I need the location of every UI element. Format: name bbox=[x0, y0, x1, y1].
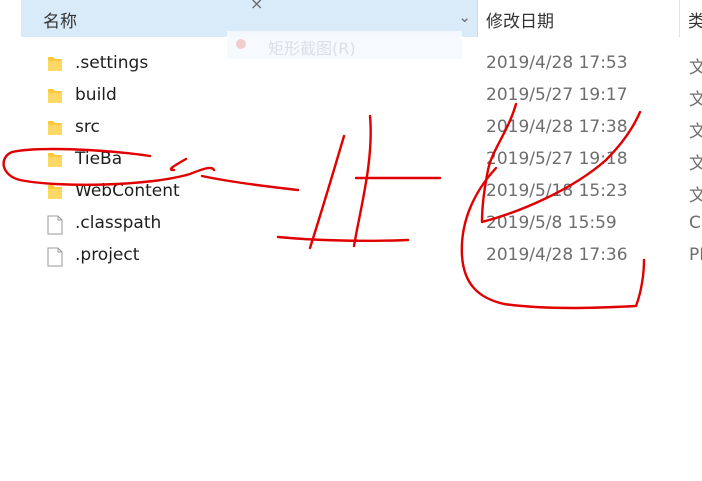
file-name[interactable]: build bbox=[75, 85, 117, 105]
type-column-header[interactable]: 类 bbox=[688, 7, 702, 32]
file-name[interactable]: .classpath bbox=[75, 213, 161, 233]
folder-icon bbox=[47, 119, 63, 141]
file-date: 2019/5/27 19:18 bbox=[486, 149, 628, 169]
file-name[interactable]: .settings bbox=[75, 53, 148, 73]
file-row[interactable]: WebContent 2019/5/18 15:23 文 bbox=[0, 176, 702, 208]
file-row[interactable]: TieBa 2019/5/27 19:18 文 bbox=[0, 144, 702, 176]
file-date: 2019/4/28 17:38 bbox=[486, 117, 628, 137]
file-row[interactable]: build 2019/5/27 19:17 文 bbox=[0, 80, 702, 112]
file-name[interactable]: src bbox=[75, 117, 100, 137]
file-name[interactable]: TieBa bbox=[75, 149, 122, 169]
file-date: 2019/5/18 15:23 bbox=[486, 181, 628, 201]
file-type: C bbox=[689, 213, 701, 233]
file-type: 文 bbox=[689, 58, 702, 78]
file-row[interactable]: .settings 2019/4/28 17:53 文 bbox=[0, 48, 702, 80]
file-date: 2019/4/28 17:53 bbox=[486, 53, 628, 73]
folder-icon bbox=[47, 87, 63, 109]
file-type: PI bbox=[689, 245, 702, 265]
file-type: 文 bbox=[689, 122, 702, 142]
file-name[interactable]: .project bbox=[75, 245, 139, 265]
file-name[interactable]: WebContent bbox=[75, 181, 180, 201]
file-icon bbox=[47, 247, 63, 271]
file-type: 文 bbox=[689, 186, 702, 206]
file-date: 2019/4/28 17:36 bbox=[486, 245, 628, 265]
file-type: 文 bbox=[689, 154, 702, 174]
folder-icon bbox=[47, 183, 63, 205]
file-row[interactable]: .project 2019/4/28 17:36 PI bbox=[0, 240, 702, 272]
date-column-header[interactable]: 修改日期 bbox=[486, 7, 554, 32]
file-row[interactable]: src 2019/4/28 17:38 文 bbox=[0, 112, 702, 144]
column-divider[interactable] bbox=[679, 0, 680, 37]
chevron-down-icon[interactable]: ⌄ bbox=[458, 8, 471, 26]
folder-icon bbox=[47, 151, 63, 173]
file-icon bbox=[47, 215, 63, 239]
file-type: 文 bbox=[689, 90, 702, 110]
file-date: 2019/5/27 19:17 bbox=[486, 85, 628, 105]
name-column-label: 名称 bbox=[43, 12, 77, 32]
file-row[interactable]: .classpath 2019/5/8 15:59 C bbox=[0, 208, 702, 240]
folder-icon bbox=[47, 55, 63, 77]
close-icon[interactable]: × bbox=[250, 0, 263, 13]
file-date: 2019/5/8 15:59 bbox=[486, 213, 617, 233]
